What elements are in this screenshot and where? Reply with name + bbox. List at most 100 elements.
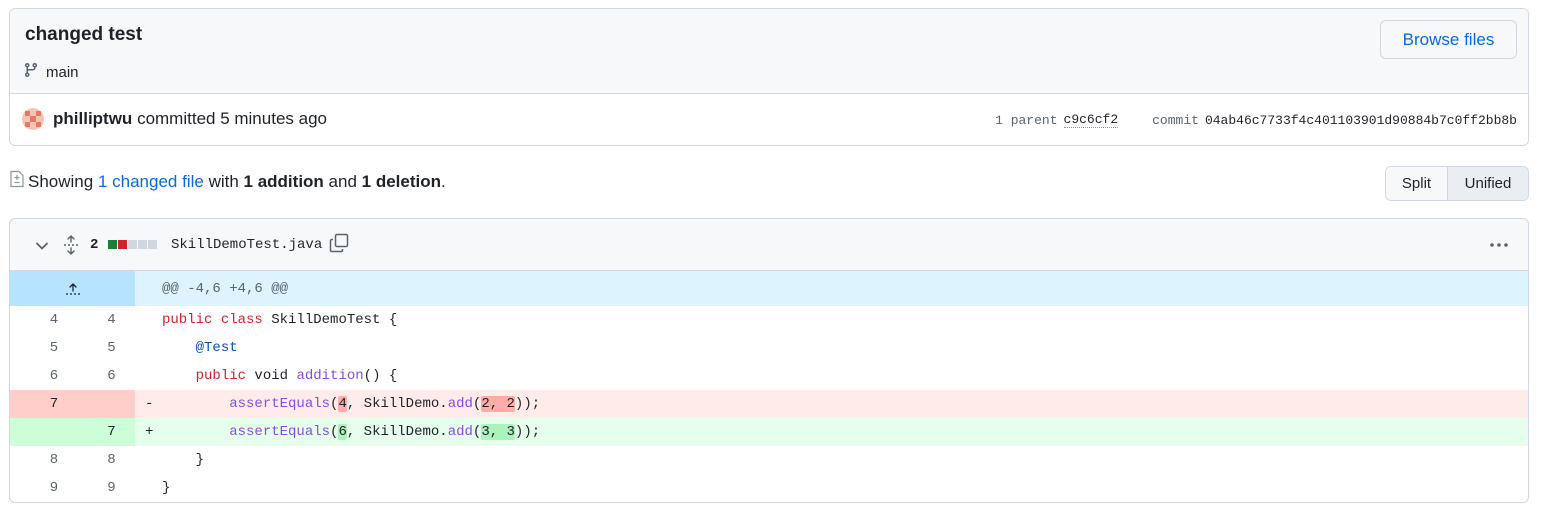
summary-with: with [208,171,239,191]
code-line: } [162,480,171,496]
diff-line: 5 5 @Test [10,334,1528,362]
code-token: assertEquals [229,396,331,412]
file-diff: 2 SkillDemoTest.java @@ -4,6 +4,6 @@ 4 4… [9,218,1529,503]
old-line-number[interactable]: 6 [10,362,72,390]
code-token: )); [514,424,541,440]
code-token: class [220,312,263,328]
summary-and: and [328,171,357,191]
additions-count: 1 addition [243,171,324,191]
branch-name: main [46,63,79,81]
code-token: 2, 2 [481,396,515,412]
code-line: public void addition() { [162,368,398,384]
new-line-number[interactable]: 5 [72,334,135,362]
code-token: , SkillDemo. [346,396,448,412]
code-token: , SkillDemo. [346,424,448,440]
commit-header: changed test main Browse files philliptw… [9,8,1529,146]
old-line-number[interactable]: 4 [10,306,72,334]
kebab-menu-icon[interactable] [1488,235,1510,260]
code-token: () { [363,368,398,384]
copy-icon[interactable] [329,233,349,258]
old-line-number[interactable] [10,418,72,446]
code-line: } [162,452,205,468]
diffstat-blocks [108,240,157,249]
split-view-button[interactable]: Split [1386,167,1448,200]
new-line-number[interactable]: 6 [72,362,135,390]
change-count: 2 [90,237,99,253]
code-token: void [246,368,297,384]
code-token: add [447,424,473,440]
code-line: assertEquals(6, SkillDemo.add(3, 3)); [162,424,540,440]
diff-line: 6 6 public void addition() { [10,362,1528,390]
code-token: @Test [195,340,238,356]
parent-label: 1 parent [995,112,1058,128]
commit-time: committed 5 minutes ago [137,109,327,128]
old-line-number[interactable]: 5 [10,334,72,362]
diffstat-block [108,240,117,249]
commit-title: changed test [25,24,143,45]
old-line-number[interactable]: 8 [10,446,72,474]
code-token: 4 [338,396,347,412]
expand-all-icon[interactable] [62,235,80,260]
code-token: )); [514,396,541,412]
new-line-number[interactable]: 9 [72,474,135,502]
new-line-number[interactable]: 8 [72,446,135,474]
code-token: public [162,312,213,328]
author-link[interactable]: philliptwu [53,109,132,128]
diff-view-toggle: Split Unified [1385,166,1529,201]
browse-files-button[interactable]: Browse files [1380,20,1517,59]
branch-indicator[interactable]: main [23,62,79,82]
code-token: public [195,368,247,384]
diffstat-block [138,240,147,249]
diff-line: 9 9 } [10,474,1528,502]
diff-marker: - [145,396,154,412]
diff-marker: + [145,424,154,440]
hunk-row: @@ -4,6 +4,6 @@ [10,271,1528,306]
diffstat-block [118,240,127,249]
code-token: addition [296,368,364,384]
diff-summary: Showing 1 changed file with 1 addition a… [9,170,446,193]
file-header: 2 SkillDemoTest.java [10,219,1528,271]
file-name[interactable]: SkillDemoTest.java [171,237,322,253]
diffstat-block [128,240,137,249]
unified-view-button[interactable]: Unified [1448,167,1528,200]
changed-files-link[interactable]: 1 changed file [98,172,204,192]
old-line-number[interactable]: 7 [10,390,72,418]
diff-body: @@ -4,6 +4,6 @@ 4 4 public class SkillDe… [10,271,1528,502]
file-diff-icon [9,170,25,193]
diff-line: 4 4 public class SkillDemoTest { [10,306,1528,334]
diff-line: 8 8 } [10,446,1528,474]
summary-prefix: Showing [28,171,94,191]
code-line: @Test [162,340,238,356]
new-line-number[interactable]: 7 [72,418,135,446]
author-line: philliptwu committed 5 minutes ago [53,109,327,129]
code-line: assertEquals(4, SkillDemo.add(2, 2)); [162,396,540,412]
code-token: 3, 3 [481,424,515,440]
commit-sha: 04ab46c7733f4c401103901d90884b7c0ff2bb8b [1204,112,1517,128]
code-token: 6 [338,424,347,440]
avatar[interactable] [22,108,44,130]
parent-sha-link[interactable]: c9c6cf2 [1063,112,1119,128]
expand-up-icon[interactable] [10,271,135,306]
hunk-header: @@ -4,6 +4,6 @@ [162,280,289,297]
new-line-number[interactable] [72,390,135,418]
diffstat-block [148,240,157,249]
commit-title-bar: changed test main Browse files [10,9,1528,94]
code-token: add [447,396,473,412]
deleted-line: 7 - assertEquals(4, SkillDemo.add(2, 2))… [10,390,1528,418]
code-token: SkillDemoTest { [262,312,398,328]
new-line-number[interactable]: 4 [72,306,135,334]
commit-sha-info: 1 parent c9c6cf2 commit 04ab46c7733f4c40… [995,112,1517,128]
deletions-count: 1 deletion [361,171,442,191]
commit-meta: philliptwu committed 5 minutes ago 1 par… [10,94,1528,145]
summary-period: . [441,171,446,191]
code-line: public class SkillDemoTest { [162,312,397,328]
commit-label: commit [1152,112,1199,128]
old-line-number[interactable]: 9 [10,474,72,502]
chevron-down-icon[interactable] [35,239,49,257]
added-line: 7 + assertEquals(6, SkillDemo.add(3, 3))… [10,418,1528,446]
